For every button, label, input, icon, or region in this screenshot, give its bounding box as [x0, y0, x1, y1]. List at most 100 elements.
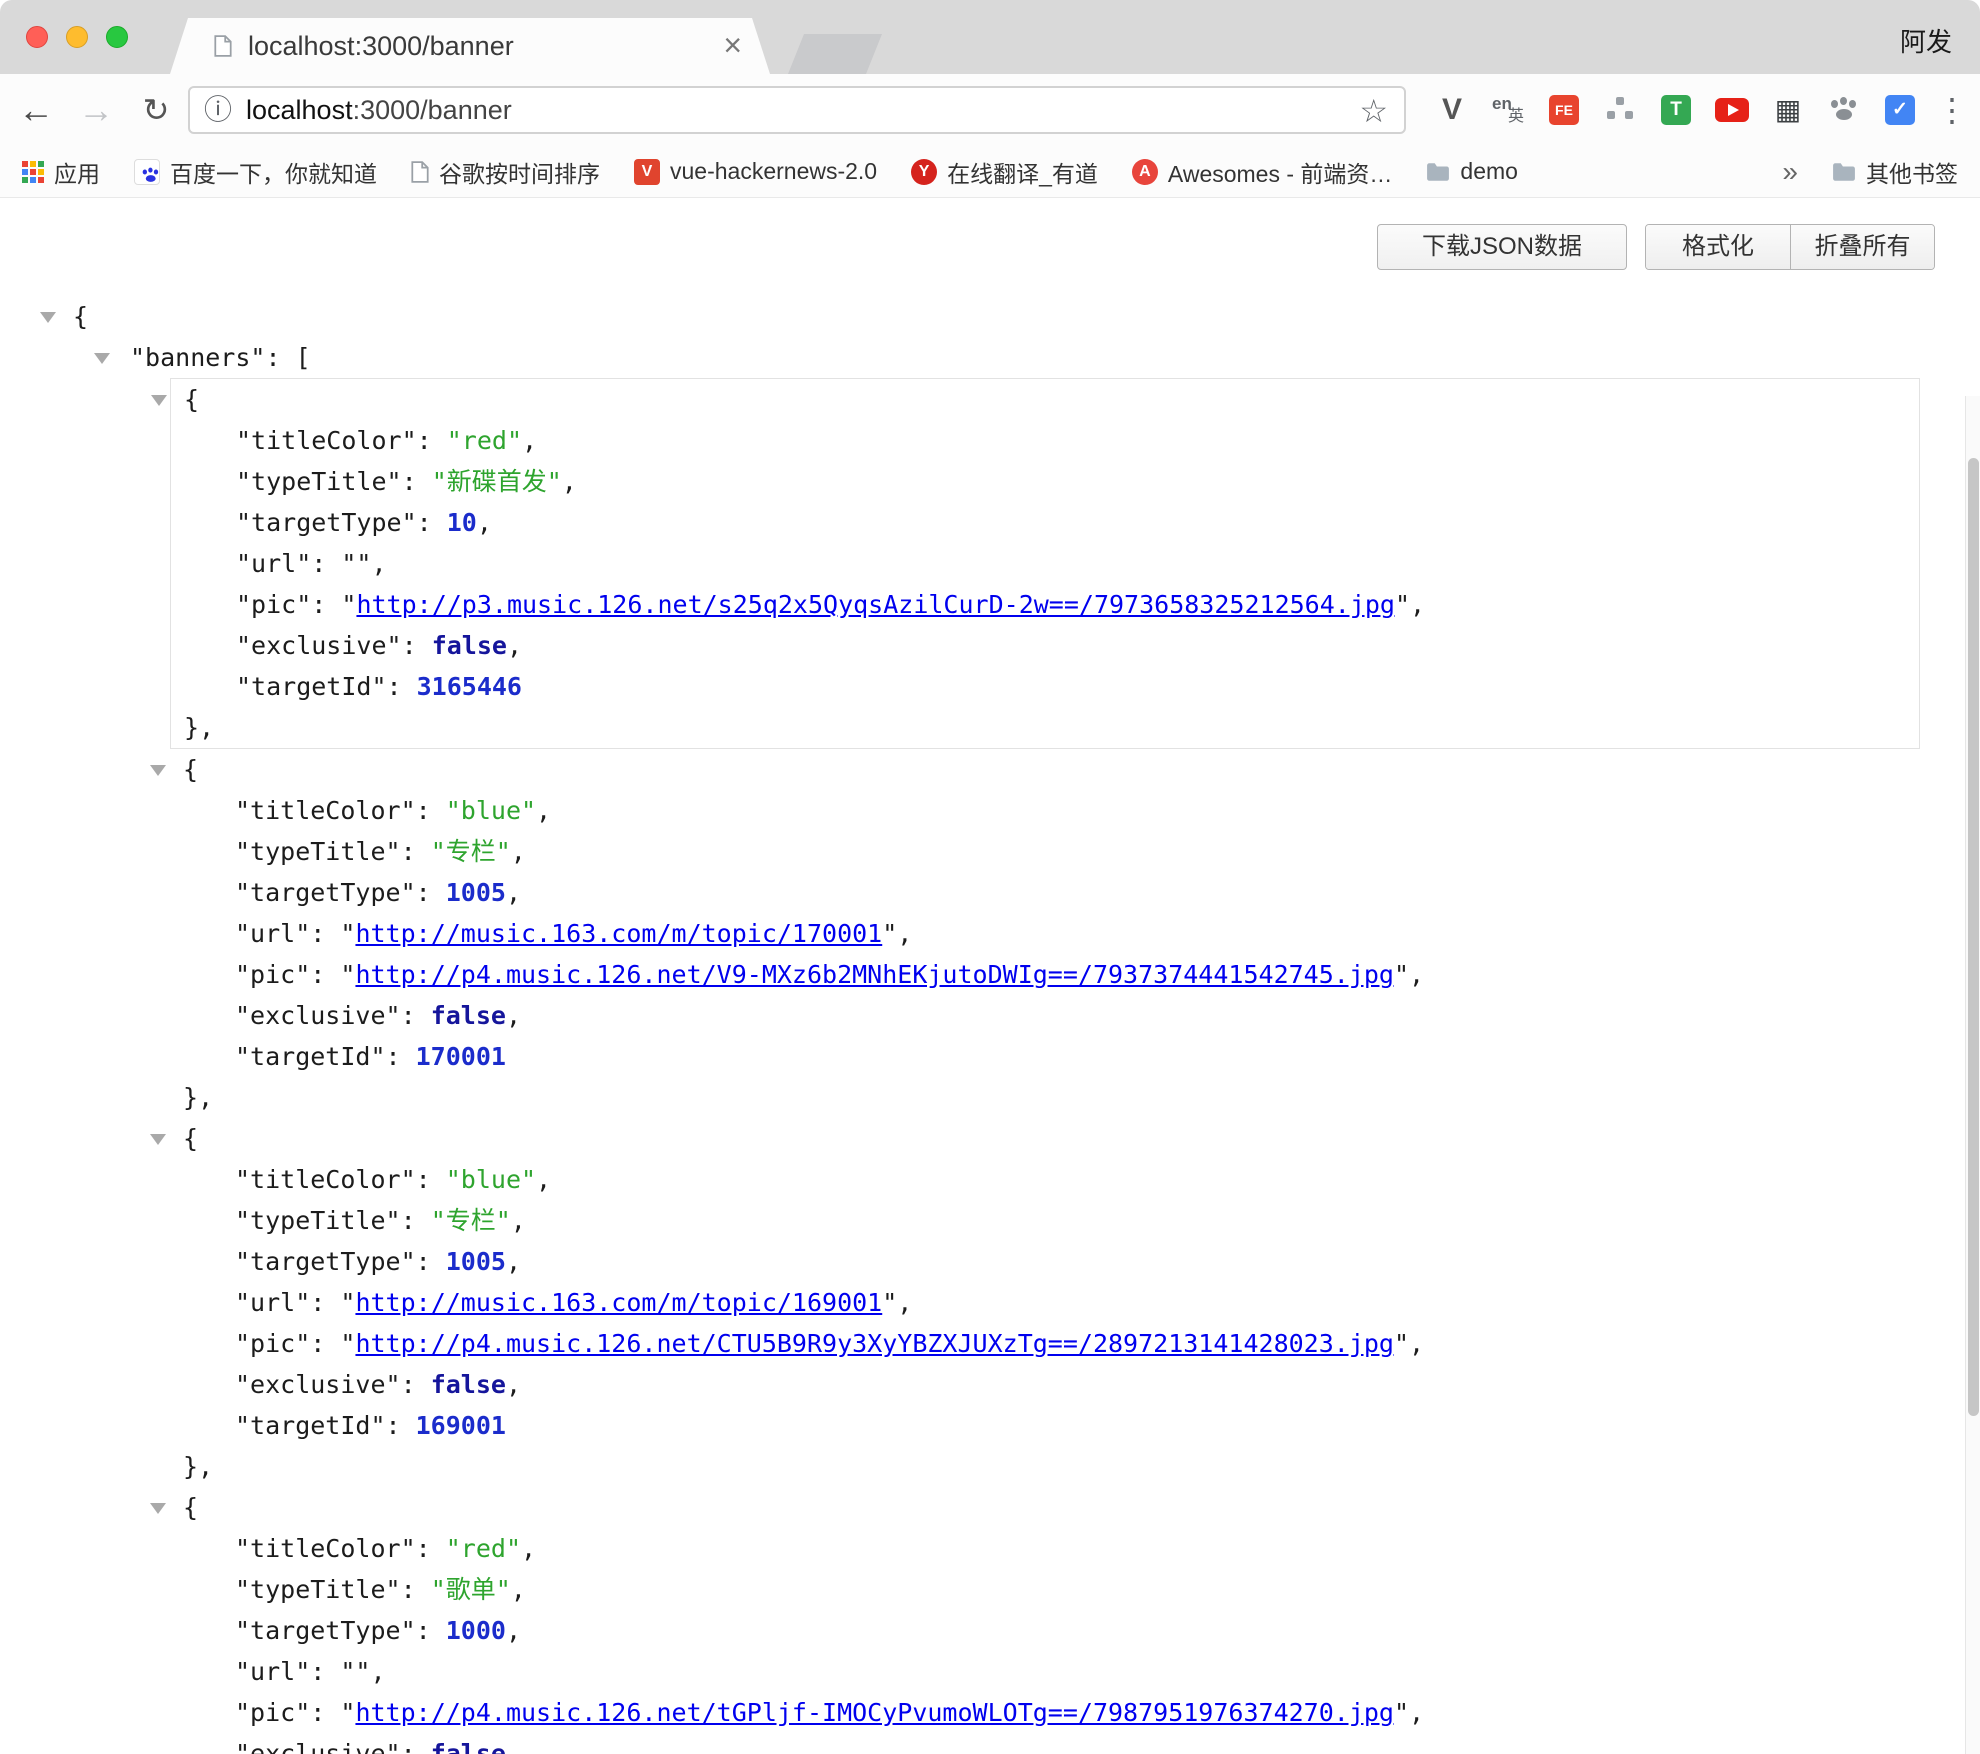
collapse-triangle-icon[interactable]	[151, 395, 167, 406]
json-link[interactable]: http://p4.music.126.net/tGPljf-IMOCyPvum…	[355, 1698, 1394, 1727]
json-token: "歌单"	[431, 1575, 511, 1604]
json-token: "url"	[236, 549, 311, 578]
browser-tab[interactable]: localhost:3000/banner ×	[170, 18, 770, 74]
minimize-window-button[interactable]	[66, 26, 88, 48]
json-token: ,	[536, 1165, 551, 1194]
bookmark-baidu[interactable]: 百度一下，你就知道	[134, 155, 377, 189]
json-link[interactable]: http://p3.music.126.net/s25q2x5QyqsAzilC…	[356, 590, 1395, 619]
json-banners-open: "banners": [	[0, 337, 1965, 378]
json-token: :	[417, 426, 447, 455]
new-tab-button[interactable]	[788, 34, 882, 74]
extension-green-shield-icon[interactable]: T	[1648, 95, 1704, 125]
json-token: :	[416, 1616, 446, 1645]
extension-org-icon[interactable]	[1592, 95, 1648, 125]
bookmark-star-icon[interactable]: ☆	[1359, 92, 1388, 130]
json-token: 1000	[446, 1616, 506, 1645]
json-token: "	[1395, 590, 1410, 619]
json-field-targetId: "targetId": 169001	[170, 1405, 1920, 1446]
url-path: :3000/banner	[353, 95, 512, 125]
extension-check-icon[interactable]: ✓	[1872, 95, 1928, 125]
extension-vimium-icon[interactable]: V	[1424, 93, 1480, 127]
collapse-all-button[interactable]: 折叠所有	[1790, 225, 1934, 269]
json-field-exclusive: "exclusive": false,	[171, 625, 1919, 666]
json-link[interactable]: http://music.163.com/m/topic/169001	[355, 1288, 882, 1317]
bookmark-youdao[interactable]: Y 在线翻译_有道	[911, 155, 1098, 189]
json-object-open: {	[170, 749, 1920, 790]
page-icon	[411, 161, 429, 183]
collapse-triangle-icon[interactable]	[150, 1134, 166, 1145]
bookmarks-overflow-chevron-icon[interactable]: »	[1782, 156, 1798, 188]
address-bar[interactable]: ⓘ localhost:3000/banner ☆	[188, 86, 1406, 134]
traffic-lights	[26, 26, 128, 48]
json-token: {	[184, 385, 199, 414]
format-button[interactable]: 格式化	[1646, 225, 1790, 269]
json-token: ,	[370, 1657, 385, 1686]
json-link[interactable]: http://music.163.com/m/topic/170001	[355, 919, 882, 948]
json-token: "red"	[446, 1534, 521, 1563]
json-token: :	[401, 1575, 431, 1604]
maximize-window-button[interactable]	[106, 26, 128, 48]
bookmark-demo-folder[interactable]: demo	[1426, 158, 1518, 185]
json-token: "	[340, 960, 355, 989]
collapse-triangle-icon[interactable]	[40, 312, 56, 323]
json-field-titleColor: "titleColor": "blue",	[170, 1159, 1920, 1200]
collapse-triangle-icon[interactable]	[150, 765, 166, 776]
scrollbar-thumb[interactable]	[1968, 458, 1979, 1416]
forward-icon[interactable]: →	[72, 74, 120, 146]
json-token: "	[1394, 1329, 1409, 1358]
tab-bar: localhost:3000/banner × 阿发	[0, 0, 1980, 74]
json-link[interactable]: http://p4.music.126.net/V9-MXz6b2MNhEKju…	[355, 960, 1394, 989]
extension-youtube-icon[interactable]	[1704, 98, 1760, 122]
profile-name[interactable]: 阿发	[1900, 22, 1952, 59]
page-scrollbar[interactable]	[1965, 396, 1980, 1754]
json-token: ,	[511, 837, 526, 866]
bookmark-awesomes[interactable]: A Awesomes - 前端资…	[1132, 155, 1393, 189]
url-text[interactable]: localhost:3000/banner	[246, 95, 512, 126]
collapse-triangle-icon[interactable]	[150, 1503, 166, 1514]
youdao-icon: Y	[911, 159, 937, 185]
download-json-button[interactable]: 下载JSON数据	[1377, 224, 1627, 270]
json-token: "targetId"	[236, 672, 387, 701]
json-object-close: },	[170, 1446, 1920, 1487]
browser-menu-icon[interactable]: ⋮	[1930, 74, 1974, 146]
tab-close-icon[interactable]: ×	[723, 18, 742, 72]
json-token: "targetType"	[236, 508, 417, 537]
json-token: ,	[522, 426, 537, 455]
apps-grid-icon	[22, 161, 44, 183]
json-token: "pic"	[235, 960, 310, 989]
reload-icon[interactable]: ↻	[132, 74, 180, 146]
json-token: "targetType"	[235, 878, 416, 907]
json-token: ,	[511, 1575, 526, 1604]
bookmark-vue-hackernews[interactable]: V vue-hackernews-2.0	[634, 158, 877, 185]
extension-paw-icon[interactable]	[1816, 95, 1872, 125]
close-window-button[interactable]	[26, 26, 48, 48]
json-link[interactable]: http://p4.music.126.net/CTU5B9R9y3XyYBZX…	[355, 1329, 1394, 1358]
folder-icon	[1832, 162, 1856, 182]
json-token: 1005	[446, 1247, 506, 1276]
extension-qrcode-icon[interactable]: ▦	[1760, 96, 1816, 124]
bookmark-apps[interactable]: 应用	[22, 155, 100, 189]
json-token: "	[882, 919, 897, 948]
json-token: "targetType"	[235, 1616, 416, 1645]
json-token: :	[401, 1739, 431, 1754]
bookmark-other-bookmarks[interactable]: 其他书签	[1832, 155, 1958, 189]
json-field-pic: "pic": "http://p3.music.126.net/s25q2x5Q…	[171, 584, 1919, 625]
page-info-icon[interactable]: ⓘ	[204, 96, 232, 124]
collapse-triangle-icon[interactable]	[94, 353, 110, 364]
bookmark-google-sort[interactable]: 谷歌按时间排序	[411, 155, 600, 189]
navigation-bar: ← → ↻ ⓘ localhost:3000/banner ☆ V en英 FE…	[0, 74, 1980, 146]
json-token: :	[310, 1329, 340, 1358]
json-token: "exclusive"	[235, 1001, 401, 1030]
json-token: "	[340, 1329, 355, 1358]
extension-translate-icon[interactable]: en英	[1480, 94, 1536, 126]
json-token: :	[310, 1657, 340, 1686]
json-token: :	[387, 672, 417, 701]
back-icon[interactable]: ←	[12, 74, 60, 146]
json-token: "	[340, 1288, 355, 1317]
json-token: "	[340, 1698, 355, 1727]
json-banner-object-2: {"titleColor": "blue","typeTitle": "专栏",…	[170, 749, 1920, 1118]
json-token: 169001	[416, 1411, 506, 1440]
json-field-targetId: "targetId": 170001	[170, 1036, 1920, 1077]
extension-fe-icon[interactable]: FE	[1536, 95, 1592, 125]
json-token: 1005	[446, 878, 506, 907]
